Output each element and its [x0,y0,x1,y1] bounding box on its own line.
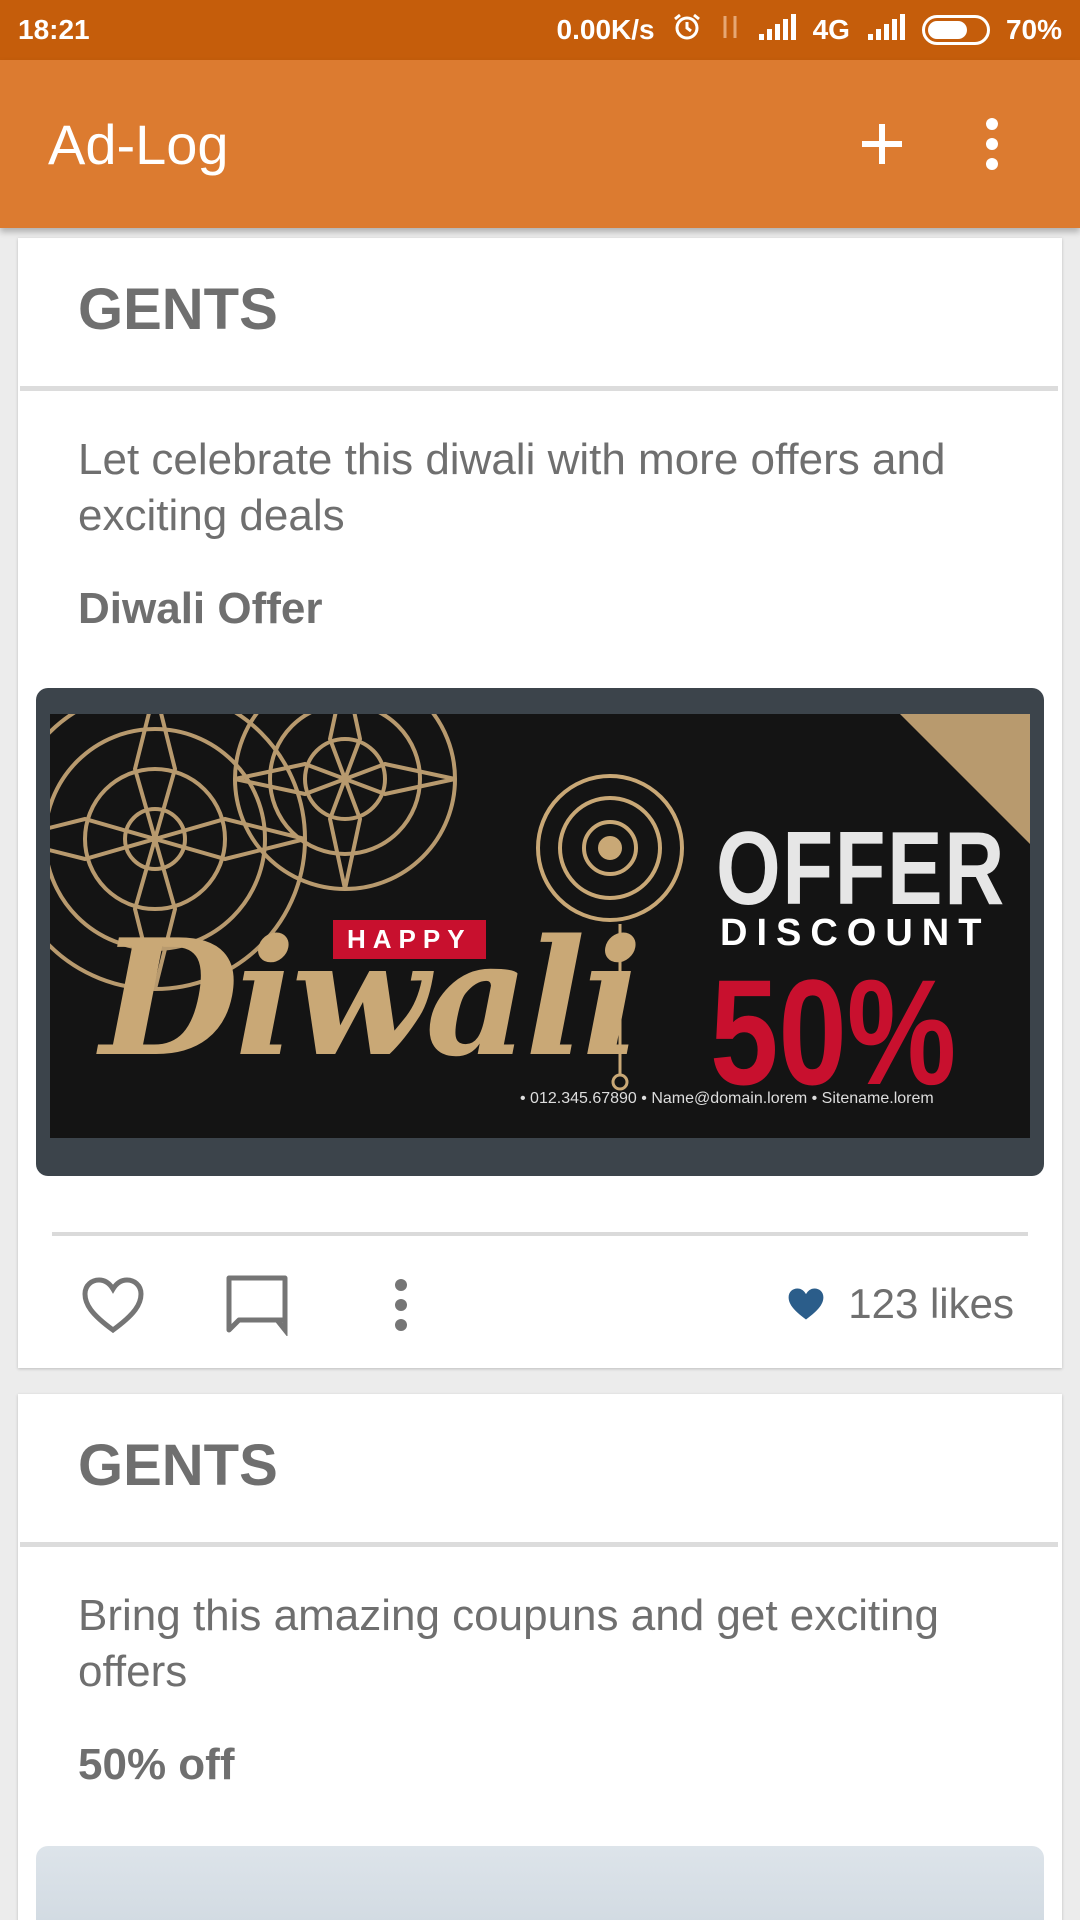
plus-icon [862,124,902,164]
mandala-ornament-2 [233,714,457,891]
network-type: 4G [812,14,850,45]
card-divider [20,1542,1058,1547]
comment-icon [226,1275,288,1336]
overflow-menu-button[interactable] [952,104,1032,184]
status-time: 18:21 [18,14,90,45]
card-divider [20,386,1058,391]
post-offer-title: Diwali Offer [78,584,323,633]
app-title: Ad-Log [48,112,229,176]
banner-contact-line: • 012.345.67890 • Name@domain.lorem • Si… [520,1090,934,1107]
post-offer-title: 50% off [78,1740,235,1789]
post-actions: 123 likes [18,1262,1062,1352]
banner-artwork: Diwali HAPPY OFFER DISCOUNT 50% • 012.34… [50,714,1030,1138]
signal-icon [757,13,797,47]
add-button[interactable] [842,104,922,184]
post-more-button[interactable] [366,1270,436,1340]
likes-count: 123 likes [786,1280,1014,1328]
post-card[interactable]: GENTS Bring this amazing coupuns and get… [18,1394,1062,1920]
post-banner-image[interactable]: Diwali HAPPY OFFER DISCOUNT 50% • 012.34… [36,688,1044,1176]
likes-label: 123 likes [848,1280,1014,1327]
overflow-menu-icon [986,118,998,170]
banner-happy-label: HAPPY [333,920,486,959]
post-description: Bring this amazing coupuns and get excit… [78,1591,939,1696]
post-description: Let celebrate this diwali with more offe… [78,435,946,540]
battery-icon [921,15,990,45]
actions-divider [52,1232,1028,1236]
like-button[interactable] [78,1270,148,1340]
heart-outline-icon [82,1277,144,1334]
battery-percent: 70% [1005,14,1062,45]
signal-icon-2 [866,13,906,47]
net-speed: 0.00K/s [556,14,655,45]
post-category: GENTS [78,1433,278,1498]
post-category: GENTS [78,277,278,342]
heart-filled-icon [788,1288,824,1320]
app-bar: Ad-Log [0,60,1080,228]
status-icons: 0.00K/s 4G 70% [557,11,1062,50]
data-transfer-icon [719,12,741,49]
status-bar: 18:21 0.00K/s 4G 70% [0,0,1080,60]
post-card[interactable]: GENTS Let celebrate this diwali with mor… [18,238,1062,1368]
alarm-icon [671,11,703,50]
post-banner-image[interactable] [36,1846,1044,1920]
more-vert-icon [395,1279,407,1331]
comment-button[interactable] [222,1270,292,1340]
